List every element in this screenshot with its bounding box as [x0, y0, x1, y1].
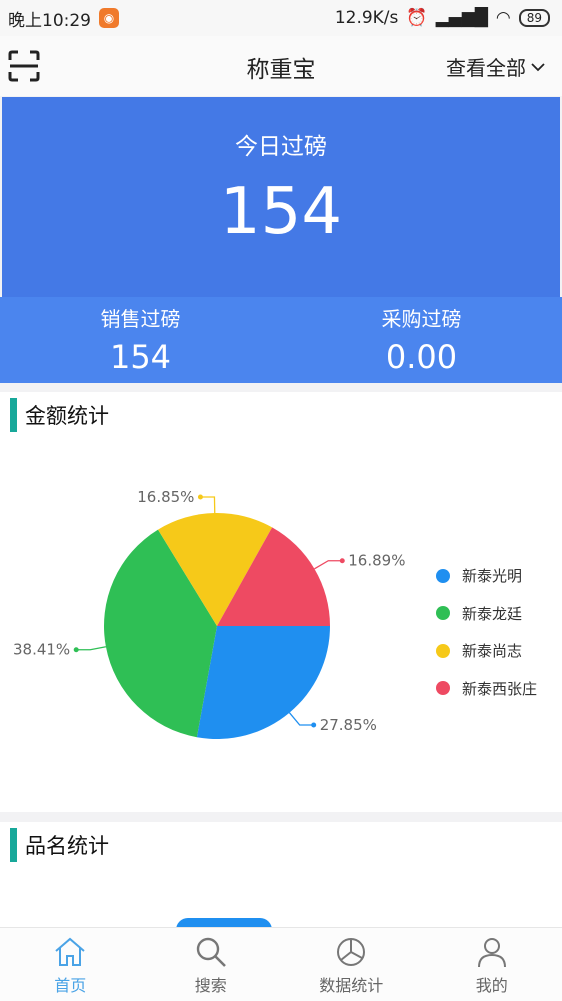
tab-label: 搜索 [195, 972, 227, 996]
pie-data-label: 16.89% [348, 552, 405, 570]
pie-data-label: 16.85% [137, 488, 194, 506]
legend-label: 新泰尚志 [462, 640, 522, 661]
app-notification-icon: ◉ [99, 8, 119, 28]
legend-dot [436, 606, 450, 620]
pie-label-dot [198, 495, 203, 500]
legend-label: 新泰西张庄 [462, 678, 537, 699]
alarm-icon: ⏰ [406, 8, 427, 28]
pie-label-line [200, 497, 214, 513]
today-value: 154 [2, 175, 560, 249]
wifi-icon: ◠ [496, 8, 511, 28]
section-accent-bar [10, 398, 17, 432]
legend-dot [436, 569, 450, 583]
section-accent-bar [10, 828, 17, 862]
home-icon [52, 934, 88, 970]
pie-label-dot [74, 647, 79, 652]
top-bar: 称重宝 查看全部 [0, 36, 562, 96]
search-icon [193, 934, 229, 970]
amount-section-title: 金额统计 [25, 400, 109, 430]
amount-section-header: 金额统计 [10, 398, 109, 432]
product-name-statistics-card: 品名统计 [0, 822, 562, 932]
tab-profile[interactable]: 我的 [422, 928, 562, 1001]
today-summary-card: 今日过磅 154 [2, 97, 560, 297]
purchase-weighing-value: 0.00 [281, 338, 562, 376]
sales-weighing-label: 销售过磅 [0, 303, 281, 332]
legend-item[interactable]: 新泰光明 [436, 557, 537, 595]
pie-chart-icon [333, 934, 369, 970]
pie-label-line [76, 647, 106, 650]
chevron-down-icon [530, 59, 546, 75]
battery-indicator: 89 [519, 9, 550, 27]
pie-label-dot [340, 558, 345, 563]
name-section-header: 品名统计 [10, 828, 109, 862]
tab-label: 我的 [476, 972, 508, 996]
user-icon [474, 934, 510, 970]
legend-dot [436, 644, 450, 658]
sub-stats: 销售过磅 154 采购过磅 0.00 [0, 297, 562, 383]
purchase-weighing-stat[interactable]: 采购过磅 0.00 [281, 297, 562, 383]
purchase-weighing-label: 采购过磅 [281, 303, 562, 332]
today-label: 今日过磅 [2, 127, 560, 161]
pie-label-line [314, 561, 342, 569]
pie-slice[interactable] [197, 626, 330, 739]
legend-label: 新泰光明 [462, 565, 522, 586]
view-all-dropdown[interactable]: 查看全部 [446, 52, 546, 81]
pie-label-line [289, 713, 313, 725]
sales-weighing-value: 154 [0, 338, 281, 376]
view-all-label: 查看全部 [446, 52, 526, 81]
tab-home[interactable]: 首页 [0, 928, 141, 1001]
tab-search[interactable]: 搜索 [141, 928, 282, 1001]
legend-item[interactable]: 新泰尚志 [436, 632, 537, 670]
tab-statistics[interactable]: 数据统计 [281, 928, 422, 1001]
pie-data-label: 27.85% [320, 716, 377, 734]
tab-label: 数据统计 [319, 972, 383, 996]
name-section-title: 品名统计 [25, 830, 109, 860]
status-bar: 晚上10:29 ◉ 12.9K/s ⏰ ▂▄▆█ ◠ 89 [0, 0, 562, 36]
tab-label: 首页 [54, 972, 86, 996]
signal-icon: ▂▄▆█ [436, 8, 488, 28]
sales-weighing-stat[interactable]: 销售过磅 154 [0, 297, 281, 383]
pie-label-dot [311, 723, 316, 728]
network-speed: 12.9K/s [335, 8, 399, 28]
legend-label: 新泰龙廷 [462, 603, 522, 624]
pie-legend: 新泰光明 新泰龙廷 新泰尚志 新泰西张庄 [436, 557, 537, 707]
legend-item[interactable]: 新泰西张庄 [436, 670, 537, 708]
amount-statistics-card: 27.85% 38.41% 16.85% 16.89% 金额统计 新泰光明 新泰龙廷 … [0, 392, 562, 812]
pie-data-label: 38.41% [13, 641, 70, 659]
legend-dot [436, 681, 450, 695]
status-time: 晚上10:29 [8, 6, 91, 31]
bottom-tab-bar: 首页 搜索 数据统计 我的 [0, 927, 562, 1001]
legend-item[interactable]: 新泰龙廷 [436, 595, 537, 633]
